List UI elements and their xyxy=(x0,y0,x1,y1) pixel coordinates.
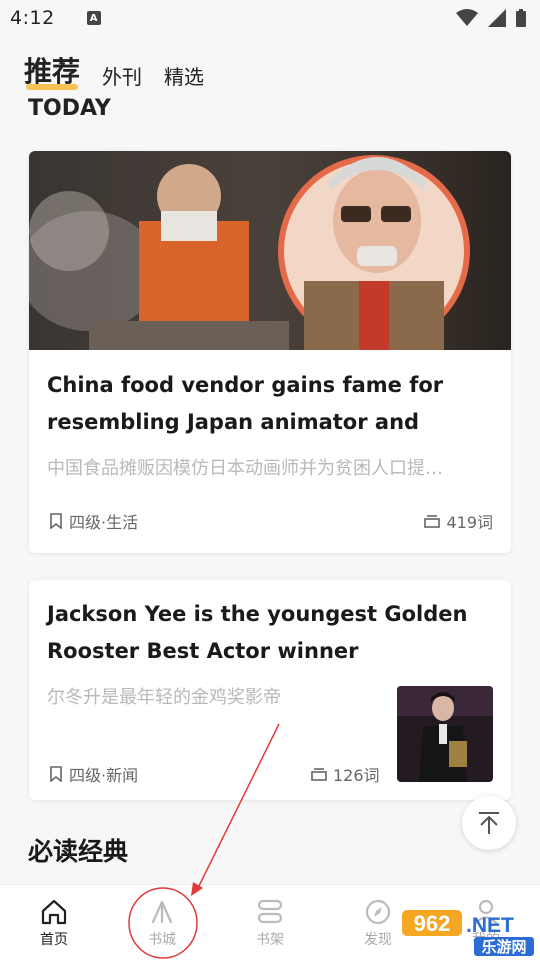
tab-foreign-journals[interactable]: 外刊 xyxy=(102,61,142,96)
section-heading-today: TODAY xyxy=(28,96,111,120)
article-level: 四级·新闻 xyxy=(69,766,139,785)
nav-home[interactable]: 首页 xyxy=(0,885,108,960)
arrow-up-icon xyxy=(479,812,499,834)
article-card[interactable]: China food vendor gains fame for resembl… xyxy=(29,151,511,553)
bookmark-icon xyxy=(50,513,62,529)
watermark-logo: 962 .NET 乐游网 xyxy=(402,908,536,956)
home-icon xyxy=(41,899,67,925)
status-indicators xyxy=(456,9,526,27)
article-category: 四级·生活 xyxy=(49,509,138,533)
watermark-number: 962 xyxy=(414,911,451,936)
word-count: 419词 xyxy=(446,513,493,532)
article-subtitle: 尔冬升是最年轻的金鸡奖影帝 xyxy=(47,687,281,708)
watermark-suffix: .NET xyxy=(466,914,514,937)
article-level: 四级·生活 xyxy=(69,513,139,532)
compass-icon xyxy=(365,899,391,925)
notification-icon: A xyxy=(86,11,101,25)
back-to-top-button[interactable] xyxy=(462,796,516,850)
word-count: 126词 xyxy=(333,766,380,785)
article-category: 四级·新闻 xyxy=(49,762,138,786)
article-word-count: 126词 xyxy=(311,762,380,786)
wifi-icon xyxy=(456,9,478,26)
nav-label: 首页 xyxy=(40,932,68,948)
book-stack-icon xyxy=(424,515,441,528)
section-heading-classics: 必读经典 xyxy=(28,837,129,866)
article-title: China food vendor gains fame for resembl… xyxy=(47,373,444,434)
article-card[interactable]: Jackson Yee is the youngest Golden Roost… xyxy=(29,580,511,800)
bookstore-icon xyxy=(151,900,173,924)
status-bar: 4:12 A xyxy=(0,0,540,36)
nav-label: 发现 xyxy=(364,932,392,948)
article-image xyxy=(29,151,511,350)
bookshelf-icon xyxy=(257,899,283,924)
tab-recommend[interactable]: 推荐 xyxy=(24,50,80,96)
watermark-text: 乐游网 xyxy=(481,938,526,956)
article-word-count: 419词 xyxy=(424,509,493,533)
battery-icon xyxy=(516,9,526,27)
tab-featured[interactable]: 精选 xyxy=(164,61,204,96)
nav-bookstore[interactable]: 书城 xyxy=(108,885,216,960)
nav-label: 书架 xyxy=(256,932,284,948)
book-stack-icon xyxy=(311,768,327,781)
article-title: Jackson Yee is the youngest Golden Roost… xyxy=(47,602,468,663)
article-thumbnail xyxy=(397,686,493,782)
signal-icon xyxy=(488,9,506,27)
bookmark-icon xyxy=(50,766,62,782)
top-tabs: 推荐 外刊 精选 xyxy=(24,52,204,96)
status-time: 4:12 xyxy=(10,7,55,29)
article-subtitle: 中国食品摊贩因模仿日本动画师并为贫困人口提… xyxy=(47,458,443,479)
nav-bookshelf[interactable]: 书架 xyxy=(216,885,324,960)
nav-label: 书城 xyxy=(148,932,176,948)
